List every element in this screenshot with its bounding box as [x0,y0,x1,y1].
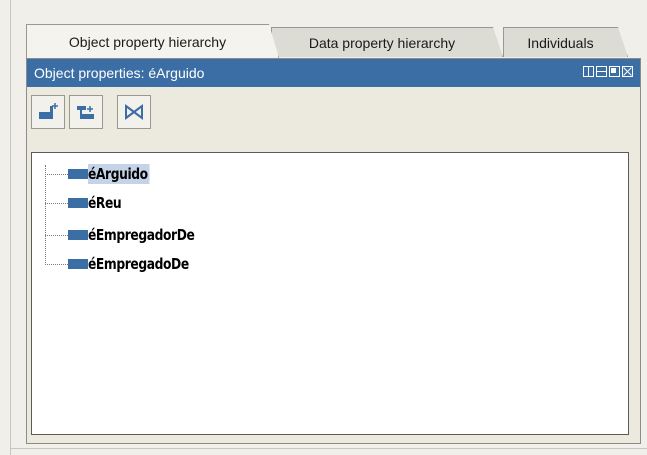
left-divider [10,0,11,455]
tree-item-earguido[interactable]: éArguido [45,162,163,186]
tree-item-eempregadorde[interactable]: éEmpregadorDe [45,223,220,247]
bottom-divider [10,448,647,449]
object-property-icon [68,198,88,208]
add-subproperty-button[interactable] [31,95,65,129]
tree-item-label: éEmpregadorDe [88,226,195,244]
tree-item-label: éEmpregadoDe [88,255,189,273]
add-sibling-property-button[interactable] [69,95,103,129]
tab-bar: Object property hierarchy Data property … [26,21,636,59]
add-subproperty-icon [39,103,58,119]
tree-item-eempregadode[interactable]: éEmpregadoDe [45,252,213,276]
tab-individuals[interactable]: Individuals [503,27,628,57]
panel-title: Object properties: éArguido [34,65,205,81]
tab-label: Individuals [527,34,594,51]
close-icon[interactable] [622,66,633,77]
property-toolbar [31,95,151,129]
split-horizontal-icon[interactable] [596,66,607,77]
tree-item-label: éReu [88,194,122,212]
tree-item-ereu[interactable]: éReu [45,191,131,215]
delete-property-icon [125,104,143,120]
tab-object-property-hierarchy[interactable]: Object property hierarchy [26,24,279,58]
view-controls [583,66,633,77]
panel-title-bar: Object properties: éArguido [27,59,640,87]
add-sibling-property-icon [77,106,94,119]
tree-item-label: éArguido [88,164,150,184]
object-property-icon [68,230,88,240]
split-vertical-icon[interactable] [583,66,594,77]
property-tree[interactable]: éArguido éReu éEmpregadorDe éEmpregadoDe [31,152,629,435]
delete-property-button[interactable] [117,95,151,129]
object-property-icon [68,259,88,269]
tab-label: Data property hierarchy [308,34,456,51]
object-property-icon [68,169,88,179]
tab-label: Object property hierarchy [68,33,227,50]
tab-data-property-hierarchy[interactable]: Data property hierarchy [271,27,503,57]
maximize-icon[interactable] [609,66,620,77]
object-properties-panel: Object properties: éArguido éArguido éRe… [26,58,641,444]
